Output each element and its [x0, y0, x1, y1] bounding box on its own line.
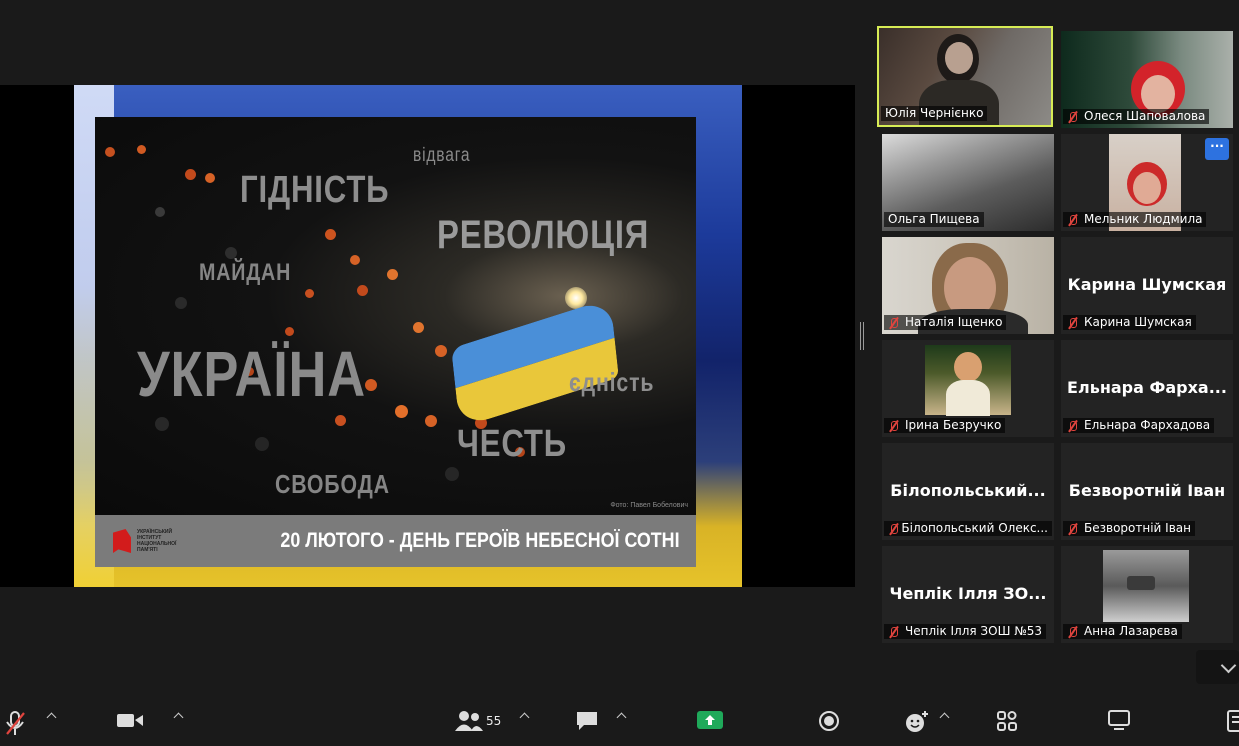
video-camera-icon [117, 714, 143, 727]
participant-name-tag: Безворотній Іван [1063, 521, 1195, 536]
record-icon [819, 711, 839, 731]
chat-button[interactable] [575, 710, 599, 732]
slide-word-revolution: РЕВОЛЮЦІЯ [437, 213, 650, 257]
participant-name-tag: Ольга Пищева [884, 212, 984, 227]
banner-title: 20 ЛЮТОГО - ДЕНЬ ГЕРОЇВ НЕБЕСНОЇ СОТНІ [280, 529, 680, 552]
reactions-button[interactable] [905, 710, 929, 734]
slide-word-vidvaga: відвага [413, 145, 471, 166]
record-button[interactable] [818, 710, 840, 732]
participant-tile[interactable]: Наталія Іщенко [882, 237, 1054, 334]
share-screen-button[interactable] [697, 710, 723, 730]
participant-tile[interactable]: Карина Шумская Карина Шумская [1061, 237, 1233, 334]
ukraine-flag-image [451, 297, 619, 429]
participants-options-caret[interactable] [519, 712, 530, 723]
participant-tile[interactable]: Чеплік Ілля ЗО... Чеплік Ілля ЗОШ №53 [882, 546, 1054, 643]
participant-name-tag: Карина Шумская [1063, 315, 1196, 330]
participant-display-name: Чеплік Ілля ЗО... [889, 584, 1047, 603]
video-options-caret[interactable] [173, 712, 184, 723]
whiteboard-button[interactable] [1108, 710, 1130, 730]
share-screen-icon [697, 711, 723, 729]
mic-muted-icon [1067, 111, 1079, 123]
notes-icon [1227, 710, 1239, 732]
participant-tile[interactable]: Білопольський... Білопольський Олекс... [882, 443, 1054, 540]
participant-name-tag: Ірина Безручко [884, 418, 1006, 433]
mic-muted-icon [6, 711, 25, 735]
smiley-plus-icon [906, 711, 928, 732]
slide-word-maidan: МАЙДАН [199, 259, 292, 286]
mic-muted-icon [888, 523, 899, 535]
slide-word-ukraine: УКРАЇНА [137, 338, 366, 410]
photo-credit: Фото: Павел Бобелович [610, 502, 688, 509]
more-options-button[interactable]: ··· [1205, 138, 1229, 160]
whiteboard-icon [1108, 710, 1130, 730]
participant-tile[interactable]: Ельнара Фарха... Ельнара Фархадова [1061, 340, 1233, 437]
mute-options-caret[interactable] [46, 712, 57, 723]
mic-muted-icon [1067, 420, 1079, 432]
participant-name-tag: Мельник Людмила [1063, 212, 1207, 227]
notes-button[interactable] [1226, 710, 1239, 732]
participant-display-name: Ельнара Фарха... [1067, 378, 1227, 397]
participants-button[interactable] [454, 710, 484, 732]
mic-muted-icon [1067, 317, 1079, 329]
presentation-slide: ГІДНІСТЬ відвага РЕВОЛЮЦІЯ МАЙДАН УКРАЇН… [74, 85, 742, 587]
mic-muted-icon [1067, 626, 1079, 638]
slide-banner: УКРАЇНСЬКИЙ ІНСТИТУТ НАЦІОНАЛЬНОЇ ПАМ'ЯТ… [95, 515, 696, 567]
participant-display-name: Білопольський... [890, 481, 1046, 500]
mute-button[interactable] [4, 710, 26, 736]
apps-button[interactable] [996, 710, 1018, 732]
participant-display-name: Карина Шумская [1067, 275, 1227, 294]
participant-display-name: Безворотній Іван [1068, 481, 1226, 500]
chat-options-caret[interactable] [616, 712, 627, 723]
participant-name-tag: Чеплік Ілля ЗОШ №53 [884, 624, 1046, 639]
mic-muted-icon [888, 626, 900, 638]
participant-name-tag: Білопольський Олекс... [884, 521, 1052, 536]
mic-muted-icon [1067, 214, 1079, 226]
slide-photo: ГІДНІСТЬ відвага РЕВОЛЮЦІЯ МАЙДАН УКРАЇН… [95, 117, 696, 515]
slide-word-gidnist: ГІДНІСТЬ [240, 169, 390, 211]
mic-muted-icon [888, 420, 900, 432]
participant-name-tag: Юлія Чернієнко [881, 106, 988, 121]
slide-word-ednist: єдність [569, 367, 655, 397]
participant-name-tag: Наталія Іщенко [884, 315, 1007, 330]
shared-screen: ГІДНІСТЬ відвага РЕВОЛЮЦІЯ МАЙДАН УКРАЇН… [0, 85, 855, 587]
apps-icon [997, 711, 1017, 731]
reactions-options-caret[interactable] [939, 712, 950, 723]
participant-tile[interactable]: Олеся Шаповалова [1061, 31, 1233, 128]
institute-logo-text: УКРАЇНСЬКИЙ ІНСТИТУТ НАЦІОНАЛЬНОЇ ПАМ'ЯТ… [137, 529, 177, 553]
slide-word-svoboda: СВОБОДА [275, 469, 390, 499]
panel-splitter-handle[interactable] [860, 322, 864, 350]
participant-tile[interactable]: Юлія Чернієнко [877, 26, 1053, 127]
participant-tile[interactable]: Ірина Безручко [882, 340, 1054, 437]
participant-name-tag: Олеся Шаповалова [1063, 109, 1210, 124]
participant-tile[interactable]: Безворотній Іван Безворотній Іван [1061, 443, 1233, 540]
meeting-toolbar: 55 [0, 700, 1239, 746]
start-video-button[interactable] [116, 710, 144, 730]
participant-tile[interactable]: Анна Лазарєва [1061, 546, 1233, 643]
participant-tile[interactable]: Ольга Пищева [882, 134, 1054, 231]
participant-name-tag: Анна Лазарєва [1063, 624, 1182, 639]
mic-muted-icon [1067, 523, 1079, 535]
chat-bubble-icon [577, 712, 597, 730]
participant-count: 55 [486, 714, 502, 728]
mic-muted-icon [888, 317, 900, 329]
institute-logo-icon [113, 529, 131, 553]
slide-word-chest: ЧЕСТЬ [457, 423, 567, 465]
gallery-scroll-down-button[interactable] [1196, 650, 1239, 684]
participants-icon [455, 711, 483, 731]
participant-name-tag: Ельнара Фархадова [1063, 418, 1215, 433]
